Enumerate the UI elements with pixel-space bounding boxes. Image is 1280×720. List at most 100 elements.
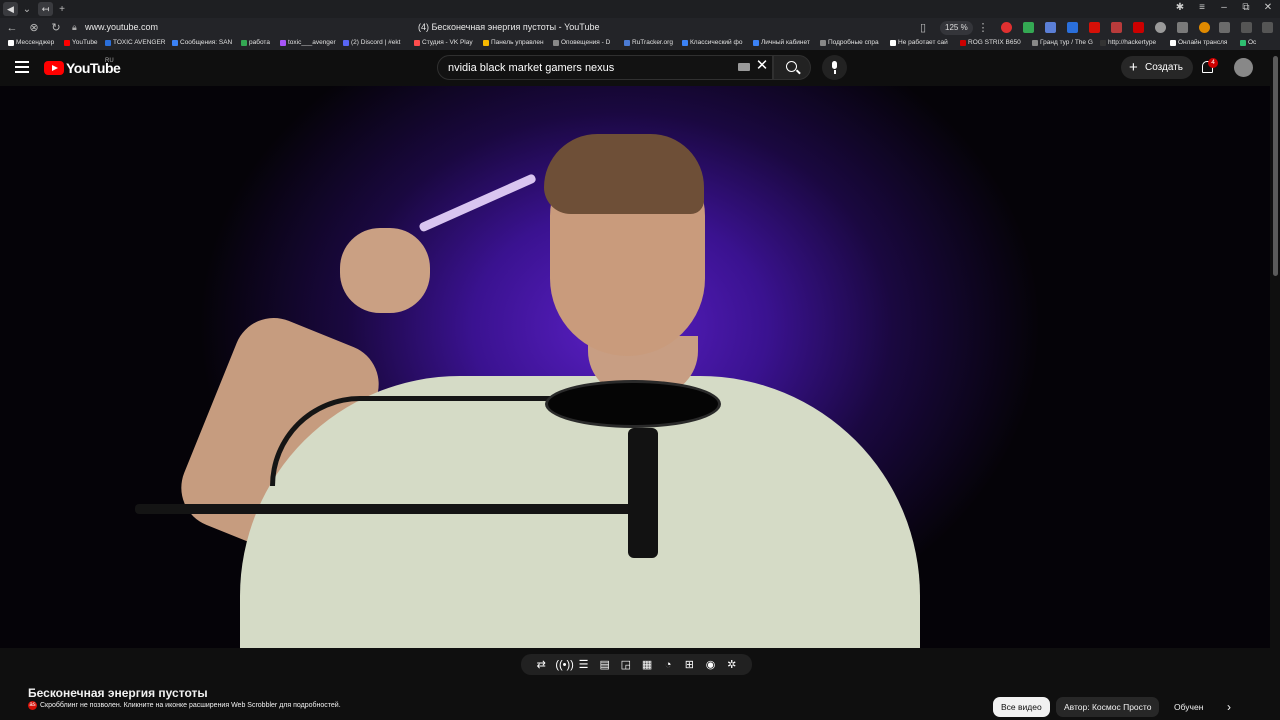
- bookmark-item[interactable]: Классический фо: [682, 39, 742, 46]
- vk-ext-icon[interactable]: [1067, 22, 1078, 33]
- sync-ext-icon[interactable]: [1219, 22, 1230, 33]
- create-button[interactable]: + Создать: [1121, 56, 1194, 79]
- reload-icon[interactable]: ↻: [49, 21, 63, 35]
- page-scrollbar[interactable]: [1271, 50, 1280, 720]
- bookmark-label: Личный кабинет: [761, 39, 810, 46]
- shield-ext-icon[interactable]: [1177, 22, 1188, 33]
- bookmark-item[interactable]: Подробные спра: [820, 39, 879, 46]
- bookmark-favicon-icon: [414, 39, 420, 46]
- video-scene-hand: [340, 228, 430, 313]
- new-tab-icon[interactable]: +: [55, 2, 69, 16]
- bookmark-item[interactable]: YouTube: [64, 39, 98, 46]
- bookmark-item[interactable]: Панель управлен: [483, 39, 544, 46]
- bookmark-item[interactable]: Не работает сай: [890, 39, 948, 46]
- menu-icon[interactable]: ≡: [1194, 2, 1210, 13]
- close-window-icon[interactable]: ✕: [1260, 2, 1276, 13]
- url-field[interactable]: www.youtube.com: [85, 22, 158, 32]
- voice-search-icon[interactable]: [822, 55, 847, 80]
- chip-all-videos[interactable]: Все видео: [993, 697, 1050, 717]
- opera-ext-icon[interactable]: [1001, 22, 1012, 33]
- bookmark-favicon-icon: [1240, 39, 1246, 46]
- stop-icon[interactable]: ⊗: [27, 21, 41, 35]
- chip-education[interactable]: Обучен: [1168, 697, 1212, 717]
- more-icon[interactable]: ⋮: [976, 21, 990, 35]
- bookmark-item[interactable]: TOXIC AVENGER: [105, 39, 166, 46]
- bookmark-item[interactable]: Оповещения - D: [553, 39, 610, 46]
- picture-in-picture-icon[interactable]: ◲: [619, 658, 633, 672]
- bookmark-label: Ос: [1248, 39, 1257, 46]
- pin-icon[interactable]: ✱: [1172, 2, 1188, 13]
- tab-back-icon[interactable]: ↤: [38, 2, 53, 16]
- menu-hamburger-icon[interactable]: [15, 61, 29, 73]
- video-player[interactable]: [0, 86, 1270, 648]
- settings-icon[interactable]: ✲: [725, 658, 739, 672]
- bookmarks-bar: Мессенджер YouTube TOXIC AVENGER Сообщения:…: [0, 38, 1280, 50]
- bookmark-label: Оповещения - D: [561, 39, 611, 46]
- clapperboard-icon[interactable]: ▤: [598, 658, 612, 672]
- keyboard-icon[interactable]: [738, 63, 750, 71]
- bookmark-item[interactable]: (2) Discord | #ekt: [343, 39, 400, 46]
- screenshot-icon[interactable]: ◉: [704, 658, 718, 672]
- download-ext-icon[interactable]: [1023, 22, 1034, 33]
- download-icon[interactable]: [1262, 22, 1273, 33]
- bookmark-item[interactable]: http://hackertype: [1100, 39, 1156, 46]
- tab-audio-icon[interactable]: ◀: [3, 2, 18, 16]
- chip-author[interactable]: Автор: Космос Просто: [1056, 697, 1160, 717]
- bookmark-item[interactable]: Личный кабинет: [753, 39, 810, 46]
- bookmark-label: Студия - VK Play: [422, 39, 473, 46]
- youtube-header: YouTube RU ✕ + Создать 4: [0, 50, 1280, 86]
- video-scene-gooseneck: [270, 396, 560, 486]
- scrobbler-notice: as Скробблинг не позволен. Кликните на и…: [28, 701, 341, 710]
- search-box: [437, 55, 773, 80]
- bookmark-item[interactable]: Мессенджер: [8, 39, 54, 46]
- speed-icon[interactable]: ◔: [661, 658, 675, 672]
- bookmark-icon[interactable]: ▯: [916, 21, 930, 35]
- youtube-play-icon: [44, 61, 64, 75]
- cookie-ext-icon[interactable]: [1155, 22, 1166, 33]
- bookmark-favicon-icon: [241, 39, 247, 46]
- playlist-view-icon[interactable]: ☰: [577, 658, 591, 672]
- tab-dropdown-icon[interactable]: ⌄: [20, 2, 34, 16]
- bookmark-label: RuTracker.org: [632, 39, 673, 46]
- bookmark-label: Онлайн трансля: [1178, 39, 1228, 46]
- bookmark-item[interactable]: Сообщения: SAN: [172, 39, 232, 46]
- video-scene-boom-arm: [135, 504, 655, 514]
- bookmark-item[interactable]: ROG STRIX B650: [960, 39, 1021, 46]
- bookmark-item[interactable]: Гранд тур / The G: [1032, 39, 1093, 46]
- player-extension-toolbar: ⇄ ((•)) ☰ ▤ ◲ ▦ ◔ ⊞ ◉ ✲: [521, 654, 752, 675]
- bookmark-label: TOXIC AVENGER: [113, 39, 166, 46]
- clear-search-icon[interactable]: ✕: [754, 58, 770, 74]
- scrobbler-icon: as: [28, 701, 37, 710]
- notification-count-badge: 4: [1208, 58, 1218, 68]
- bookmark-favicon-icon: [343, 39, 349, 46]
- loop-icon[interactable]: ⇄: [534, 658, 548, 672]
- subtitles-icon[interactable]: ▦: [640, 658, 654, 672]
- bookmark-item[interactable]: Студия - VK Play: [414, 39, 473, 46]
- bookmark-item[interactable]: Ос: [1240, 39, 1256, 46]
- search-button[interactable]: [773, 55, 811, 80]
- fire-ext-icon[interactable]: [1199, 22, 1210, 33]
- chevron-right-icon[interactable]: ›: [1222, 699, 1236, 715]
- tabs-ext-icon[interactable]: [1241, 22, 1252, 33]
- page-title: (4) Бесконечная энергия пустоты - YouTub…: [418, 22, 600, 32]
- bookmark-label: работа: [249, 39, 270, 46]
- script-ext-icon[interactable]: [1111, 22, 1122, 33]
- add-clip-icon[interactable]: ⊞: [682, 658, 696, 672]
- search-input[interactable]: [448, 59, 728, 77]
- bookmark-item[interactable]: toxic___avenger: [280, 39, 336, 46]
- bookmark-item[interactable]: Онлайн трансля: [1170, 39, 1227, 46]
- zoom-indicator[interactable]: 125 %: [940, 21, 973, 35]
- bookmark-item[interactable]: работа: [241, 39, 270, 46]
- broadcast-icon[interactable]: ((•)): [555, 658, 574, 672]
- restore-icon[interactable]: ⧉: [1238, 2, 1254, 13]
- minimize-icon[interactable]: –: [1216, 2, 1232, 13]
- bookmark-item[interactable]: RuTracker.org: [624, 39, 673, 46]
- block-ext-icon[interactable]: [1133, 22, 1144, 33]
- avatar[interactable]: [1234, 58, 1253, 77]
- browser-address-bar: ← ⊗ ↻ 🔒︎ www.youtube.com (4) Бесконечная…: [0, 18, 1280, 38]
- scrollbar-thumb[interactable]: [1273, 56, 1278, 276]
- translate-ext-icon[interactable]: [1045, 22, 1056, 33]
- back-icon[interactable]: ←: [5, 21, 19, 35]
- scrobbler-ext-icon[interactable]: [1089, 22, 1100, 33]
- lock-icon: 🔒︎: [72, 22, 77, 32]
